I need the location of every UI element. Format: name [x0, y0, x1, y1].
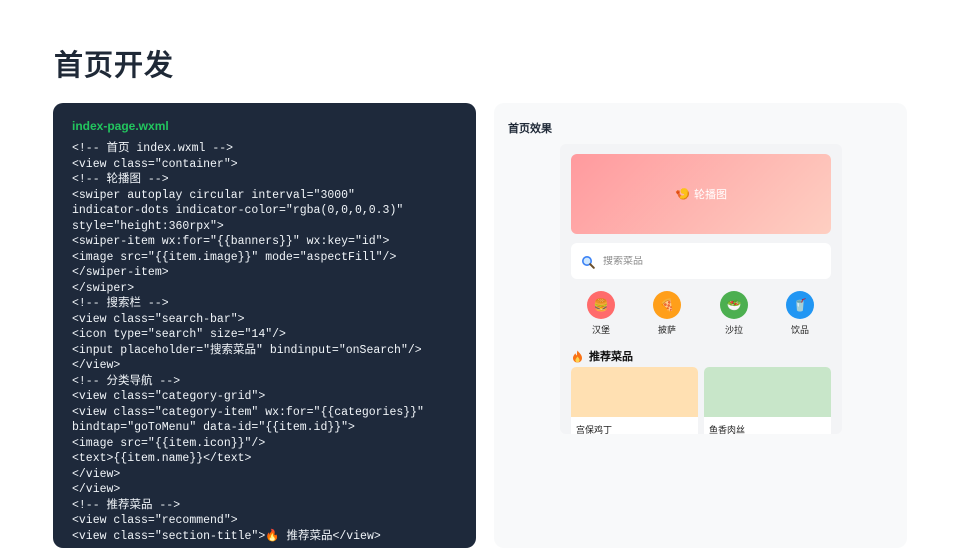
code-line: <view class="container"> [72, 157, 238, 171]
code-line: <view class="search-bar"> [72, 312, 245, 326]
code-line: </swiper> [72, 281, 135, 295]
code-line: <!-- 推荐菜品 --> [72, 498, 181, 512]
shrimp-icon: 🍤 [675, 187, 690, 201]
dish-name: 宫保鸡丁 [576, 426, 613, 434]
code-line: </view> [72, 359, 121, 372]
code-line: <view class="recommend"> [72, 514, 238, 527]
category-item-pizza[interactable]: 🍕 披萨 [642, 291, 692, 336]
code-line: <text>{{item.name}}</text> [72, 452, 252, 465]
dish-card[interactable]: 宫保鸡丁 [571, 367, 698, 434]
code-line: <!-- 轮播图 --> [72, 173, 169, 186]
code-line: style="height:360rpx"> [72, 219, 224, 233]
salad-icon: 🥗 [720, 291, 748, 319]
code-line: </view> [72, 483, 121, 496]
code-line: indicator-dots indicator-color="rgba(0,0… [72, 204, 404, 217]
category-label: 饮品 [790, 326, 809, 336]
code-line: <input placeholder="搜索菜品" bindinput="onS… [72, 343, 422, 357]
code-filename: index-page.wxml [72, 119, 169, 133]
code-line: </swiper-item> [72, 266, 169, 279]
page-title: 首页开发 [54, 48, 175, 82]
code-line: <!-- 分类导航 --> [72, 374, 181, 388]
category-item-salad[interactable]: 🥗 沙拉 [709, 291, 759, 336]
pizza-icon: 🍕 [653, 291, 681, 319]
recommend-title-label: 推荐菜品 [589, 350, 633, 363]
drink-icon: 🥤 [786, 291, 814, 319]
code-line: <image src="{{item.icon}}"/> [72, 436, 266, 450]
category-label: 沙拉 [724, 326, 743, 336]
category-grid: 🍔 汉堡 🍕 披萨 🥗 沙拉 🥤 饮品 [571, 291, 831, 337]
banner-swiper[interactable]: 🍤 轮播图 [571, 154, 831, 234]
code-line: <image src="{{item.image}}" mode="aspect… [72, 250, 397, 264]
fire-icon [572, 350, 583, 363]
search-icon [581, 254, 595, 269]
dish-name: 鱼香肉丝 [709, 426, 746, 434]
preview-panel: 首页效果 🍤 轮播图 🍔 汉堡 🍕 披萨 [494, 103, 907, 548]
search-bar[interactable] [571, 243, 831, 279]
code-line: bindtap="goToMenu" data-id="{{item.id}}"… [72, 421, 355, 434]
code-panel: index-page.wxml <!-- 首页 index.wxml --> <v… [53, 103, 476, 548]
category-item-drinks[interactable]: 🥤 饮品 [775, 291, 825, 336]
code-line: </view> [72, 467, 121, 481]
code-line: <view class="section-title">🔥 推荐菜品</view… [72, 529, 381, 543]
code-line: <icon type="search" size="14"/> [72, 328, 286, 341]
phone-preview: 🍤 轮播图 🍔 汉堡 🍕 披萨 🥗 沙拉 [560, 144, 842, 434]
recommend-section-title: 推荐菜品 [572, 348, 633, 364]
preview-label: 首页效果 [508, 122, 552, 135]
code-line: <view class="category-item" wx:for="{{ca… [72, 405, 424, 419]
dish-card[interactable]: 鱼香肉丝 [704, 367, 831, 434]
category-label: 披萨 [657, 326, 676, 336]
code-line: <view class="category-grid"> [72, 390, 266, 403]
code-line: <!-- 首页 index.wxml --> [72, 142, 234, 155]
code-line: <swiper autoplay circular interval="3000… [72, 188, 355, 202]
burger-icon: 🍔 [587, 291, 615, 319]
dish-image [571, 367, 698, 417]
banner-label: 轮播图 [693, 188, 727, 201]
code-line: <!-- 搜索栏 --> [72, 297, 169, 310]
code-lines: <!-- 首页 index.wxml --> <view class="conta… [72, 141, 424, 544]
dish-image [704, 367, 831, 417]
search-input[interactable] [603, 255, 803, 267]
category-item-burger[interactable]: 🍔 汉堡 [576, 291, 626, 336]
code-line: <swiper-item wx:for="{{banners}}" wx:key… [72, 235, 390, 248]
category-label: 汉堡 [591, 326, 610, 336]
